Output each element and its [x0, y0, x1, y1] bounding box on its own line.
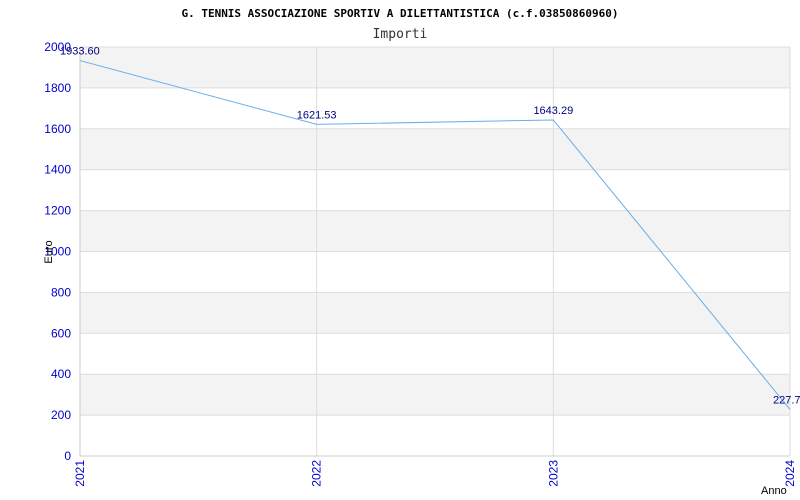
x-tick-labels: 2021 2022 2023 2024 — [73, 460, 797, 487]
data-label-1: 1621.53 — [297, 109, 337, 121]
chart-subtitle: Importi — [373, 27, 428, 42]
line-chart: 0200400600800100012001400160018002000 20… — [43, 7, 800, 497]
x-tick-label-3: 2024 — [783, 460, 797, 487]
x-tick-label-1: 2022 — [310, 460, 324, 487]
y-tick-label-2: 400 — [51, 367, 71, 381]
band-4 — [80, 251, 790, 293]
chart-title: G. TENNIS ASSOCIAZIONE SPORTIV A DILETTA… — [181, 7, 618, 20]
y-tick-label-0: 0 — [64, 449, 71, 463]
x-axis-title: Anno — [761, 485, 787, 497]
data-label-0: 1933.60 — [60, 46, 100, 58]
band-3 — [80, 292, 790, 334]
y-axis-title: Euro — [43, 240, 55, 263]
data-label-2: 1643.29 — [533, 105, 573, 117]
y-tick-label-8: 1600 — [44, 122, 71, 136]
y-tick-label-9: 1800 — [44, 81, 71, 95]
y-tick-label-7: 1400 — [44, 163, 71, 177]
band-9 — [80, 47, 790, 88]
x-tick-label-2: 2023 — [546, 460, 560, 487]
band-0 — [80, 415, 790, 456]
x-tick-label-0: 2021 — [73, 460, 87, 487]
band-6 — [80, 169, 790, 211]
y-tick-label-6: 1200 — [44, 204, 71, 218]
band-7 — [80, 128, 790, 170]
y-tick-label-1: 200 — [51, 408, 71, 422]
band-5 — [80, 210, 790, 252]
y-tick-label-4: 800 — [51, 285, 71, 299]
band-2 — [80, 333, 790, 375]
data-label-3: 227.7 — [773, 394, 800, 406]
band-1 — [80, 374, 790, 416]
y-tick-label-3: 600 — [51, 326, 71, 340]
